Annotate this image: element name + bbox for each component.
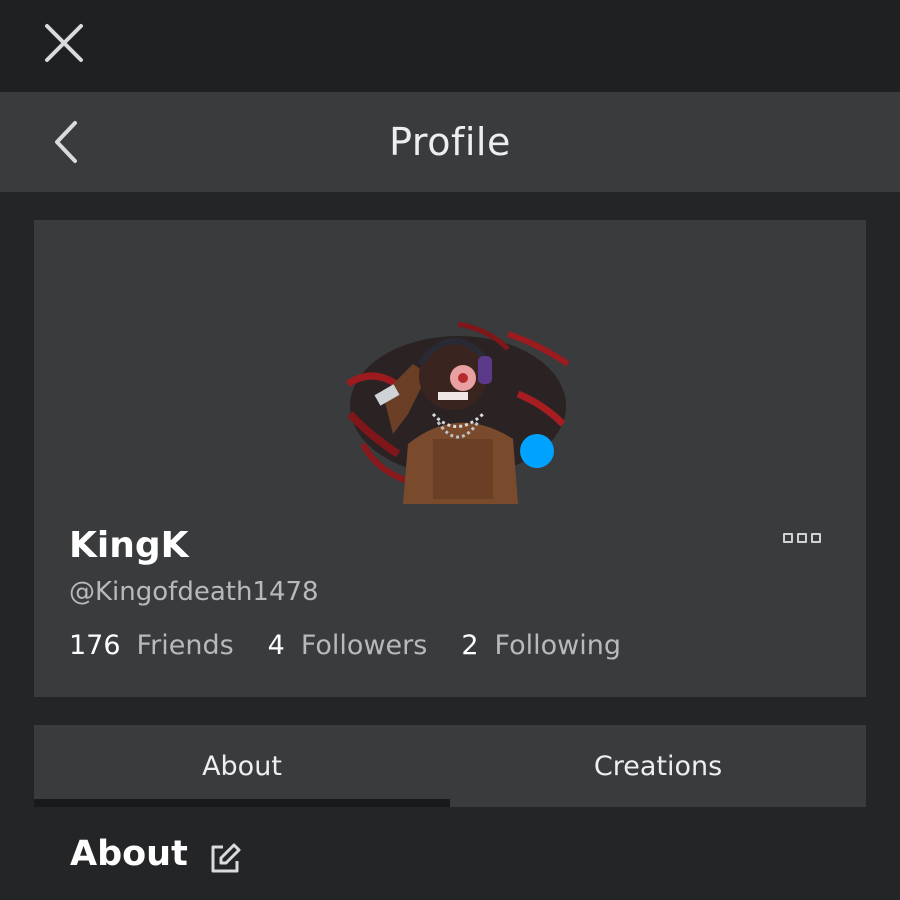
profile-card: KingK @Kingofdeath1478 176 Friends 4 Fol… [34,220,866,697]
display-name: KingK [69,525,189,566]
friends-count: 176 [69,629,121,661]
following-count: 2 [461,629,479,661]
close-icon [45,24,83,62]
online-status-indicator [520,434,554,468]
following-label: Following [494,629,621,661]
more-options-button[interactable] [774,520,830,556]
friends-label: Friends [136,629,234,661]
close-button[interactable] [36,15,92,71]
edit-about-button[interactable] [206,840,244,878]
chevron-left-icon [55,121,77,163]
tab-creations[interactable]: Creations [450,725,866,807]
top-bar [0,0,900,92]
profile-tabs: About Creations [34,725,866,807]
followers-label: Followers [300,629,428,661]
about-section-header: About [70,830,244,878]
profile-stats: 176 Friends 4 Followers 2 Following [69,625,655,665]
tab-about[interactable]: About [34,725,450,807]
more-options-icon [811,533,821,543]
page-title: Profile [389,120,511,164]
edit-icon [211,843,241,873]
header-bar: Profile [0,92,900,192]
username: @Kingofdeath1478 [69,577,319,607]
back-button[interactable] [36,112,96,172]
avatar[interactable] [338,304,578,504]
followers-count: 4 [267,629,285,661]
friends-stat[interactable]: 176 Friends [69,630,234,661]
followers-stat[interactable]: 4 Followers [268,630,428,661]
more-options-icon [797,533,807,543]
about-title: About [70,834,188,874]
following-stat[interactable]: 2 Following [461,630,621,661]
more-options-icon [783,533,793,543]
